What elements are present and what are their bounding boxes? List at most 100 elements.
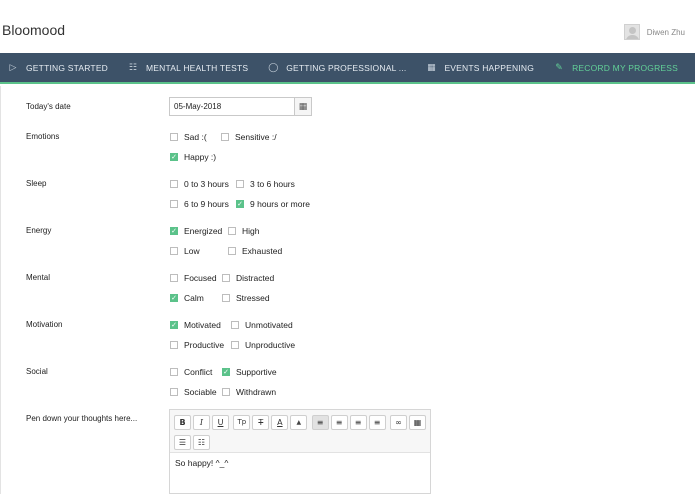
- checkbox-energized[interactable]: ✓ Energized: [170, 226, 222, 236]
- checkbox-box[interactable]: [228, 227, 236, 235]
- checkbox-box[interactable]: [170, 247, 178, 255]
- bold-button[interactable]: B: [174, 414, 191, 430]
- checkbox-sensitive[interactable]: Sensitive :/: [221, 132, 277, 142]
- option-label: Conflict: [184, 367, 213, 377]
- checkbox-0-3-hours[interactable]: 0 to 3 hours: [170, 179, 229, 189]
- table-icon[interactable]: ▦: [408, 414, 426, 430]
- nav-label: RECORD MY PROGRESS: [572, 62, 679, 73]
- checkbox-unmotivated[interactable]: Unmotivated: [231, 320, 293, 330]
- checkbox-box[interactable]: [170, 133, 178, 141]
- align-right-button[interactable]: ≡: [349, 414, 367, 430]
- user-name[interactable]: Diwen Zhu: [647, 28, 685, 37]
- user-menu[interactable]: Diwen Zhu: [623, 24, 685, 40]
- nav-getting-started[interactable]: ▷ GETTING STARTED: [0, 53, 116, 82]
- top-header: Bloomood Diwen Zhu: [0, 0, 695, 53]
- nav-label: GETTING STARTED: [26, 62, 109, 73]
- option-label: Focused: [184, 273, 217, 283]
- highlight-button[interactable]: ▲: [290, 414, 308, 430]
- checkbox-box[interactable]: [170, 274, 178, 282]
- checkbox-sad[interactable]: Sad :(: [170, 132, 207, 142]
- checkbox-box[interactable]: [170, 388, 178, 396]
- avatar[interactable]: [623, 24, 640, 40]
- numbered-list-button[interactable]: ☷: [193, 434, 210, 450]
- checkbox-focused[interactable]: Focused: [170, 273, 217, 283]
- option-label: Exhausted: [242, 246, 283, 256]
- calendar-icon[interactable]: ▦: [294, 98, 311, 115]
- checkbox-box[interactable]: [170, 341, 178, 349]
- option-label: 9 hours or more: [250, 199, 310, 209]
- checkmark-icon[interactable]: ✓: [170, 294, 178, 302]
- checkbox-9-plus-hours[interactable]: ✓ 9 hours or more: [236, 199, 310, 209]
- checkbox-sociable[interactable]: Sociable: [170, 387, 217, 397]
- option-label: Sociable: [184, 387, 217, 397]
- checkmark-icon[interactable]: ✓: [222, 368, 230, 376]
- option-label: Productive: [184, 340, 225, 350]
- checkbox-box[interactable]: [231, 321, 239, 329]
- option-label: Sensitive :/: [235, 132, 277, 142]
- option-label: Unproductive: [245, 340, 296, 350]
- checkbox-box[interactable]: [221, 133, 229, 141]
- option-label: Happy :): [184, 152, 217, 162]
- checkbox-low[interactable]: Low: [170, 246, 200, 256]
- option-label: Distracted: [236, 273, 275, 283]
- checkmark-icon[interactable]: ✓: [170, 321, 178, 329]
- bullet-list-button[interactable]: ☰: [174, 434, 191, 450]
- underline-button[interactable]: U: [212, 414, 229, 430]
- checkbox-distracted[interactable]: Distracted: [222, 273, 274, 283]
- checkbox-high[interactable]: High: [228, 226, 259, 236]
- link-icon[interactable]: ∞: [389, 414, 407, 430]
- social-label: Social: [26, 367, 48, 376]
- font-color-button[interactable]: A: [271, 414, 289, 430]
- checkbox-unproductive[interactable]: Unproductive: [231, 340, 295, 350]
- checkbox-box[interactable]: [170, 200, 178, 208]
- checkbox-happy[interactable]: ✓ Happy :): [170, 152, 216, 162]
- checkbox-productive[interactable]: Productive: [170, 340, 224, 350]
- checkbox-box[interactable]: [222, 274, 230, 282]
- checkbox-stressed[interactable]: Stressed: [222, 293, 270, 303]
- checkbox-box[interactable]: [231, 341, 239, 349]
- italic-button[interactable]: I: [193, 414, 210, 430]
- option-label: 0 to 3 hours: [184, 179, 229, 189]
- motivation-label: Motivation: [26, 320, 63, 329]
- checkbox-motivated[interactable]: ✓ Motivated: [170, 320, 221, 330]
- rich-text-editor[interactable]: B I U Tp T A ▲ ≡ ≡ ≡ ≡ ∞ ▦ ☰ ☷ So happy!…: [169, 409, 431, 494]
- checkbox-box[interactable]: [170, 180, 178, 188]
- checkbox-box[interactable]: [222, 388, 230, 396]
- option-label: Supportive: [236, 367, 277, 377]
- option-label: Low: [184, 246, 200, 256]
- checkbox-withdrawn[interactable]: Withdrawn: [222, 387, 276, 397]
- justify-button[interactable]: ≡: [368, 414, 386, 430]
- checkbox-box[interactable]: [236, 180, 244, 188]
- nav-events-happening[interactable]: ▦ EVENTS HAPPENING: [418, 53, 542, 82]
- checkbox-3-6-hours[interactable]: 3 to 6 hours: [236, 179, 295, 189]
- checkbox-box[interactable]: [228, 247, 236, 255]
- option-label: Withdrawn: [236, 387, 277, 397]
- align-center-button[interactable]: ≡: [330, 414, 348, 430]
- remove-format-button[interactable]: T: [252, 414, 270, 430]
- clear-format-button[interactable]: Tp: [233, 414, 251, 430]
- date-input[interactable]: [170, 98, 294, 115]
- more-menu-icon[interactable]: ⋮: [686, 53, 695, 82]
- checkbox-box[interactable]: [170, 368, 178, 376]
- checkbox-calm[interactable]: ✓ Calm: [170, 293, 204, 303]
- checkbox-box[interactable]: [222, 294, 230, 302]
- checkbox-exhausted[interactable]: Exhausted: [228, 246, 282, 256]
- nav-record-my-progress[interactable]: ✎ RECORD MY PROGRESS: [546, 53, 686, 82]
- editor-content[interactable]: So happy! ^_^: [170, 453, 430, 473]
- option-label: 3 to 6 hours: [250, 179, 295, 189]
- nav-getting-professional[interactable]: ◯ GETTING PROFESSIONAL ...: [260, 53, 414, 82]
- mental-label: Mental: [26, 273, 51, 282]
- checkbox-6-9-hours[interactable]: 6 to 9 hours: [170, 199, 229, 209]
- emotions-label: Emotions: [26, 132, 60, 141]
- date-picker[interactable]: ▦: [169, 97, 312, 116]
- app-brand[interactable]: Bloomood: [2, 22, 65, 38]
- checkmark-icon[interactable]: ✓: [236, 200, 244, 208]
- nav-mental-health-tests[interactable]: ☷ MENTAL HEALTH TESTS: [120, 53, 256, 82]
- align-left-button[interactable]: ≡: [311, 414, 329, 430]
- checkmark-icon[interactable]: ✓: [170, 153, 178, 161]
- checkmark-icon[interactable]: ✓: [170, 227, 178, 235]
- checkbox-supportive[interactable]: ✓ Supportive: [222, 367, 277, 377]
- option-label: Unmotivated: [245, 320, 293, 330]
- checkbox-conflict[interactable]: Conflict: [170, 367, 212, 377]
- option-label: Energized: [184, 226, 223, 236]
